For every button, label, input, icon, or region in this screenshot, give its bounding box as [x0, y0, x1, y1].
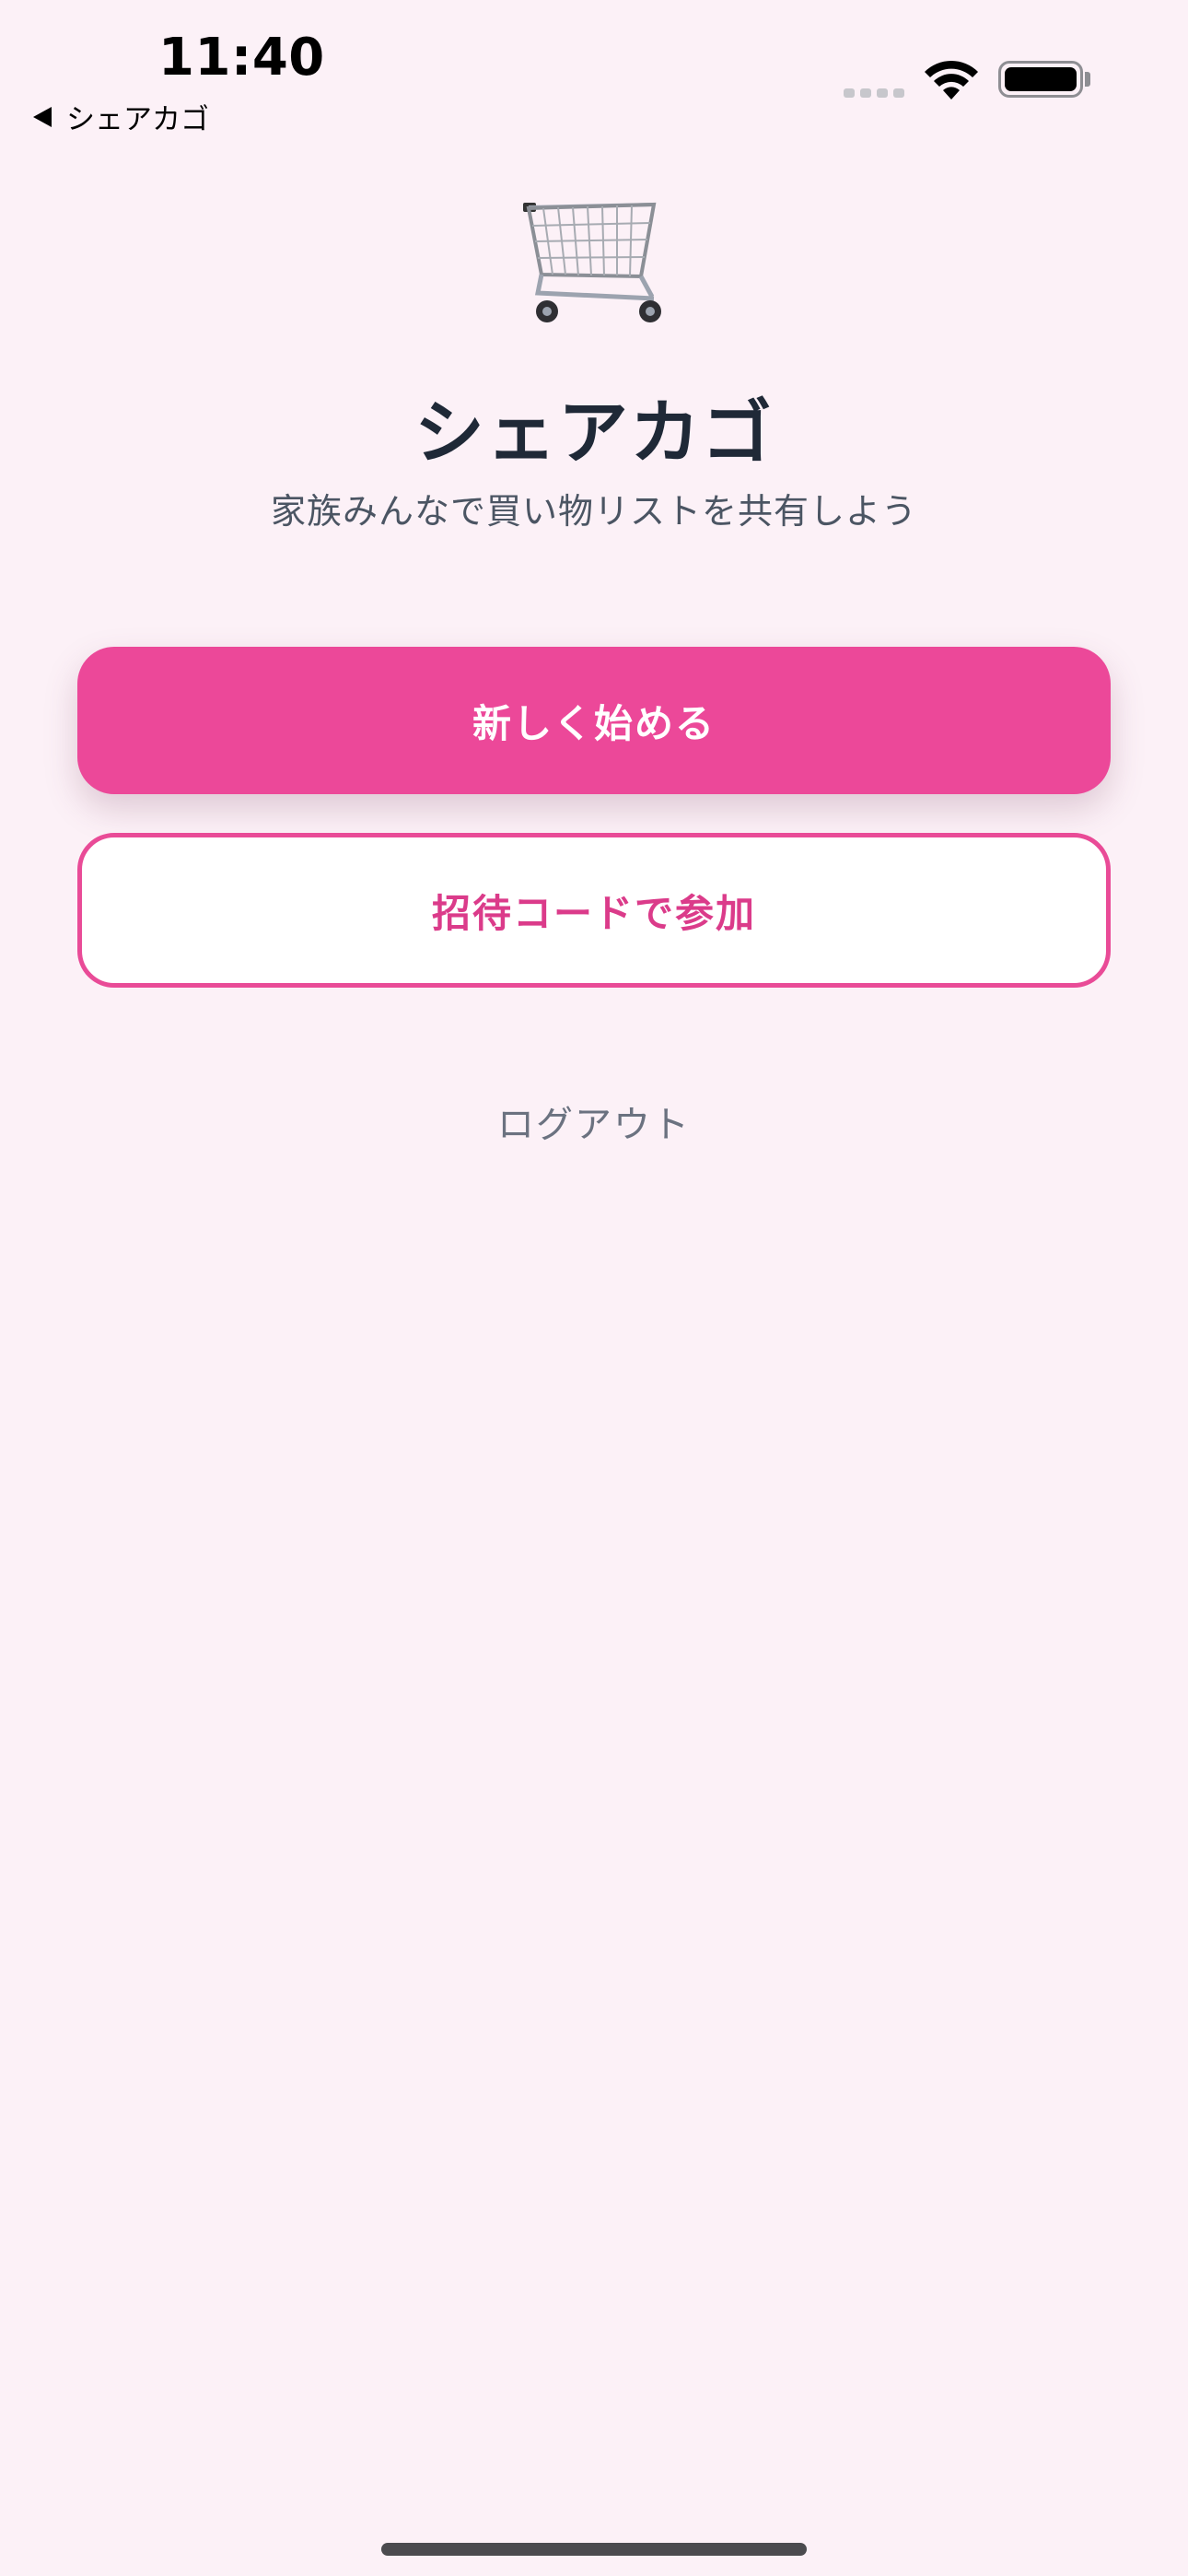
home-indicator[interactable] [381, 2543, 807, 2556]
join-with-invite-code-button[interactable]: 招待コードで参加 [77, 833, 1111, 988]
battery-icon [998, 61, 1083, 98]
wifi-icon [925, 60, 978, 100]
cellular-signal-icon [844, 88, 904, 98]
app-subtitle: 家族みんなで買い物リストを共有しよう [270, 491, 917, 532]
status-time: 11:40 [158, 28, 325, 88]
status-bar: 11:40 シェアカゴ [0, 0, 1188, 147]
battery-cap [1085, 72, 1090, 87]
shopping-cart-icon [523, 202, 661, 322]
back-link-label: シェアカゴ [66, 103, 209, 136]
logout-link[interactable]: ログアウト [0, 1095, 1188, 1148]
start-new-button[interactable]: 新しく始める [77, 647, 1111, 794]
app-title: シェアカゴ [414, 392, 774, 474]
back-arrow-icon [33, 106, 52, 127]
back-to-app-link[interactable]: シェアカゴ [33, 96, 209, 137]
